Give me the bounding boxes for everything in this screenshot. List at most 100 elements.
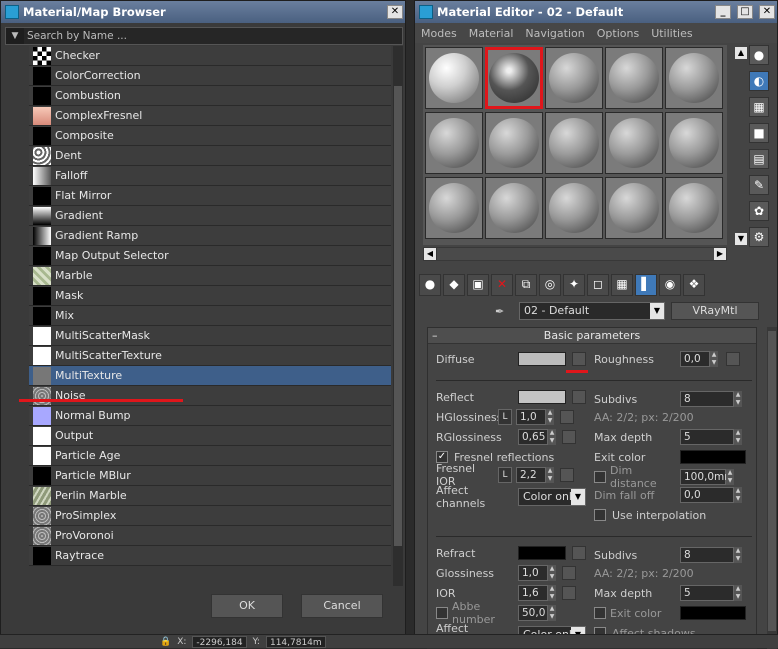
list-item[interactable]: Composite (29, 126, 391, 146)
sample-slot[interactable] (545, 112, 603, 174)
list-item[interactable]: Particle MBlur (29, 466, 391, 486)
sample-slot[interactable] (545, 177, 603, 239)
sample-slot[interactable] (665, 177, 723, 239)
reflect-maxdepth-spinner[interactable]: ▲ ▼ (734, 429, 742, 445)
get-material-icon[interactable]: ● (419, 274, 441, 296)
list-item[interactable]: MultiScatterTexture (29, 346, 391, 366)
refract-glossiness-map-button[interactable] (562, 566, 576, 580)
list-item[interactable]: Mask (29, 286, 391, 306)
list-item[interactable]: Raytrace (29, 546, 391, 566)
reflect-affect-select[interactable]: Color only ▼ (518, 488, 586, 506)
refract-maxdepth-field[interactable]: 5 (680, 585, 734, 601)
list-item[interactable]: Falloff (29, 166, 391, 186)
rglossiness-map-button[interactable] (562, 430, 576, 444)
make-unique-icon[interactable]: ◎ (539, 274, 561, 296)
diffuse-map-button[interactable] (572, 352, 586, 366)
list-item[interactable]: Gradient (29, 206, 391, 226)
reflect-subdivs-spinner[interactable]: ▲ ▼ (734, 391, 742, 407)
select-by-material-icon[interactable]: ⚙ (749, 227, 769, 247)
show-map-in-viewport-icon[interactable]: ▦ (611, 274, 633, 296)
refract-exit-color-swatch[interactable] (680, 606, 746, 620)
x-coord-field[interactable]: -2296,184 (192, 635, 247, 648)
list-item[interactable]: Dent (29, 146, 391, 166)
fresnel-ior-field[interactable]: 2,2 (516, 467, 546, 483)
reflect-color-swatch[interactable] (518, 390, 566, 404)
rollout-scrollbar[interactable] (767, 327, 777, 649)
close-icon[interactable]: ✕ (759, 5, 775, 19)
refract-subdivs-field[interactable]: 8 (680, 547, 734, 563)
sample-slot[interactable] (485, 47, 543, 109)
video-color-check-icon[interactable]: ▤ (749, 149, 769, 169)
list-item[interactable]: Normal Bump (29, 406, 391, 426)
list-item[interactable]: Gradient Ramp (29, 226, 391, 246)
list-item[interactable]: Noise (29, 386, 391, 406)
list-item[interactable]: Map Output Selector (29, 246, 391, 266)
refract-map-button[interactable] (572, 546, 586, 560)
abbe-checkbox[interactable] (436, 607, 448, 619)
abbe-spinner[interactable]: ▲ ▼ (548, 605, 556, 621)
ior-map-button[interactable] (562, 586, 576, 600)
refract-color-swatch[interactable] (518, 546, 566, 560)
hglossiness-map-button[interactable] (560, 410, 574, 424)
reflect-subdivs-field[interactable]: 8 (680, 391, 734, 407)
list-item[interactable]: Mix (29, 306, 391, 326)
sample-slot[interactable] (425, 47, 483, 109)
rglossiness-spinner[interactable]: ▲ ▼ (548, 429, 556, 445)
diffuse-color-swatch[interactable] (518, 352, 566, 366)
refract-maxdepth-spinner[interactable]: ▲ ▼ (734, 585, 742, 601)
list-item[interactable]: Particle Age (29, 446, 391, 466)
menu-modes[interactable]: Modes (421, 27, 457, 40)
search-input[interactable]: Search by Name ... (24, 28, 402, 44)
rollout-title[interactable]: – Basic parameters (428, 328, 756, 344)
ior-field[interactable]: 1,6 (518, 585, 548, 601)
sample-slot[interactable] (485, 112, 543, 174)
browser-titlebar[interactable]: Material/Map Browser ✕ (1, 1, 405, 23)
collapse-icon[interactable]: – (432, 328, 438, 344)
options-icon[interactable]: ✿ (749, 201, 769, 221)
roughness-spinner[interactable]: ▲ ▼ (710, 351, 718, 367)
chevron-down-icon[interactable]: ▼ (6, 28, 24, 44)
dim-falloff-field[interactable]: 0,0 (680, 487, 734, 503)
put-to-scene-icon[interactable]: ◆ (443, 274, 465, 296)
sample-slot[interactable] (545, 47, 603, 109)
sample-slot[interactable] (425, 112, 483, 174)
scroll-left-icon[interactable]: ◀ (424, 248, 436, 260)
go-to-parent-icon[interactable]: ◉ (659, 274, 681, 296)
fresnel-ior-spinner[interactable]: ▲ ▼ (546, 467, 554, 483)
dim-falloff-spinner[interactable]: ▲ ▼ (734, 487, 742, 503)
refract-glossiness-field[interactable]: 1,0 (518, 565, 548, 581)
reflect-exit-color-swatch[interactable] (680, 450, 746, 464)
list-item[interactable]: Perlin Marble (29, 486, 391, 506)
list-item[interactable]: Checker (29, 46, 391, 66)
eyedropper-icon[interactable]: ✒ (495, 305, 513, 318)
put-to-library-icon[interactable]: ✦ (563, 274, 585, 296)
backlight-icon[interactable]: ◐ (749, 71, 769, 91)
list-item[interactable]: Marble (29, 266, 391, 286)
material-name-field[interactable]: 02 - Default ▼ (519, 302, 665, 320)
dim-distance-spinner[interactable]: ▲ ▼ (726, 469, 734, 485)
list-item[interactable]: ProVoronoi (29, 526, 391, 546)
lock-icon[interactable]: 🔒 (160, 637, 171, 647)
uv-tiling-icon[interactable]: ■ (749, 123, 769, 143)
refract-glossiness-spinner[interactable]: ▲ ▼ (548, 565, 556, 581)
hglossiness-lock-button[interactable]: L (498, 409, 512, 425)
show-end-result-icon[interactable]: ▌ (635, 274, 657, 296)
list-item[interactable]: Combustion (29, 86, 391, 106)
hglossiness-spinner[interactable]: ▲ ▼ (546, 409, 554, 425)
menu-options[interactable]: Options (597, 27, 639, 40)
reset-map-icon[interactable]: ✕ (491, 274, 513, 296)
cancel-button[interactable]: Cancel (301, 594, 383, 618)
menu-utilities[interactable]: Utilities (651, 27, 692, 40)
menu-material[interactable]: Material (469, 27, 514, 40)
material-type-button[interactable]: VRayMtl (671, 302, 759, 320)
material-id-channel-icon[interactable]: ◻ (587, 274, 609, 296)
abbe-field[interactable]: 50,0 (518, 605, 548, 621)
make-preview-icon[interactable]: ✎ (749, 175, 769, 195)
list-item[interactable]: MultiTexture (29, 366, 391, 386)
list-item[interactable]: ProSimplex (29, 506, 391, 526)
assign-to-selection-icon[interactable]: ▣ (467, 274, 489, 296)
list-item[interactable]: MultiScatterMask (29, 326, 391, 346)
sample-slot[interactable] (665, 112, 723, 174)
slots-scroll-up-icon[interactable]: ▲ (735, 47, 747, 59)
y-coord-field[interactable]: 114,7814m (265, 635, 326, 648)
